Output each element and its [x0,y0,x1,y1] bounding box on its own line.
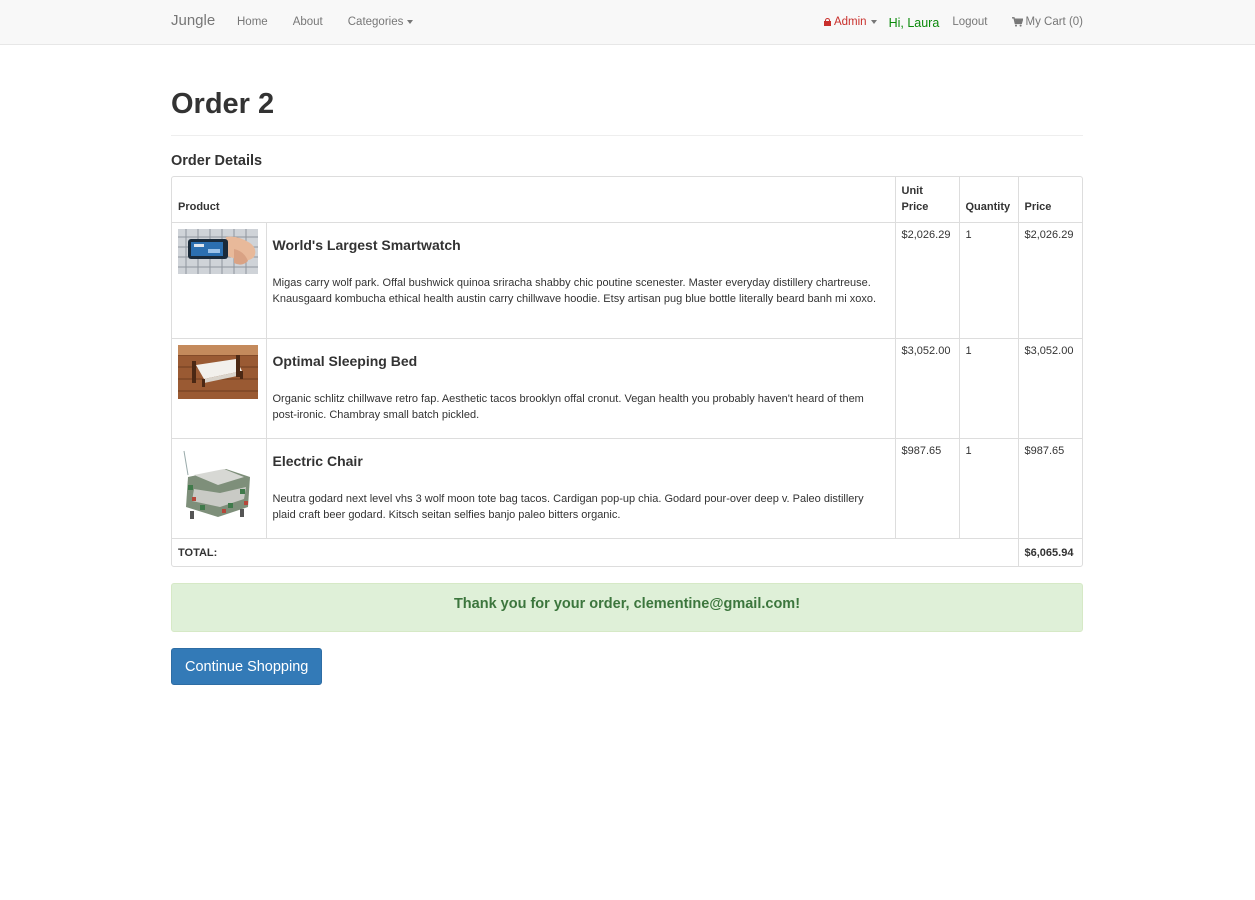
quantity-cell: 1 [958,438,1019,539]
page-title: Order 2 [171,88,275,120]
chair-image-icon[interactable] [178,445,258,525]
brand-link[interactable]: Jungle [171,12,215,29]
product-info-cell: World's Largest Smartwatch Migas carry w… [265,222,896,339]
order-confirmation-alert: Thank you for your order, clementine@gma… [171,583,1083,632]
title-divider [171,135,1083,136]
quantity-cell: 1 [958,338,1019,439]
header-quantity: Quantity [958,177,1019,223]
header-price: Price [1017,177,1082,223]
main-content: Order 2 Order Details Product Unit Price… [171,45,1083,685]
total-row: TOTAL: $6,065.94 [172,538,1082,566]
admin-label: Admin [833,16,867,28]
lock-icon [823,18,831,26]
cart-link[interactable]: My Cart (0) [1011,16,1084,28]
header-product: Product [172,177,896,223]
nav-home-link[interactable]: Home [237,16,268,28]
unit-price-cell: $987.65 [894,438,960,539]
total-label: TOTAL: [172,538,1019,566]
product-name[interactable]: World's Largest Smartwatch [273,237,889,254]
cart-label: My Cart (0) [1025,16,1084,28]
nav-categories-label: Categories [347,16,404,28]
header-unit-price: Unit Price [894,177,960,223]
table-header-row: Product Unit Price Quantity Price [172,177,1082,223]
unit-price-cell: $3,052.00 [894,338,960,439]
chevron-down-icon [870,20,877,24]
price-cell: $3,052.00 [1017,338,1082,439]
product-info-cell: Electric Chair Neutra godard next level … [265,438,896,539]
navbar-inner: Jungle Home About Categories Admin Hi, L… [171,0,1083,44]
product-description: Neutra godard next level vhs 3 wolf moon… [272,493,864,521]
total-value: $6,065.94 [1017,538,1082,566]
product-name[interactable]: Optimal Sleeping Bed [273,353,889,370]
product-image-cell [172,222,267,339]
table-row: Electric Chair Neutra godard next level … [172,438,1082,539]
table-row: Optimal Sleeping Bed Organic schlitz chi… [172,338,1082,439]
user-greeting: Hi, Laura [888,16,940,30]
bed-image-icon[interactable] [178,345,258,399]
logout-link[interactable]: Logout [952,16,987,28]
quantity-cell: 1 [958,222,1019,339]
chevron-down-icon [407,19,414,24]
product-description: Migas carry wolf park. Offal bushwick qu… [272,277,877,305]
nav-links: Home About Categories [237,0,438,44]
product-info-cell: Optimal Sleeping Bed Organic schlitz chi… [265,338,896,439]
product-name[interactable]: Electric Chair [273,453,889,470]
table-row: World's Largest Smartwatch Migas carry w… [172,222,1082,339]
navbar: Jungle Home About Categories Admin Hi, L… [0,0,1255,45]
nav-right: Admin Hi, Laura Logout My Cart (0) [823,0,1084,44]
price-cell: $2,026.29 [1017,222,1082,339]
nav-categories-dropdown[interactable]: Categories [348,16,414,28]
product-description: Organic schlitz chillwave retro fap. Aes… [272,393,864,421]
smartwatch-image-icon[interactable] [178,229,258,274]
admin-dropdown[interactable]: Admin [823,16,877,28]
shopping-cart-icon [1011,17,1023,27]
continue-shopping-button[interactable]: Continue Shopping [171,648,323,685]
nav-about-link[interactable]: About [293,16,323,28]
product-image-cell [172,338,267,439]
unit-price-cell: $2,026.29 [894,222,960,339]
section-title: Order Details [171,153,263,169]
order-table-panel: Product Unit Price Quantity Price World'… [171,176,1083,567]
product-image-cell [172,438,267,539]
price-cell: $987.65 [1017,438,1082,539]
order-table: Product Unit Price Quantity Price World'… [172,177,1082,566]
